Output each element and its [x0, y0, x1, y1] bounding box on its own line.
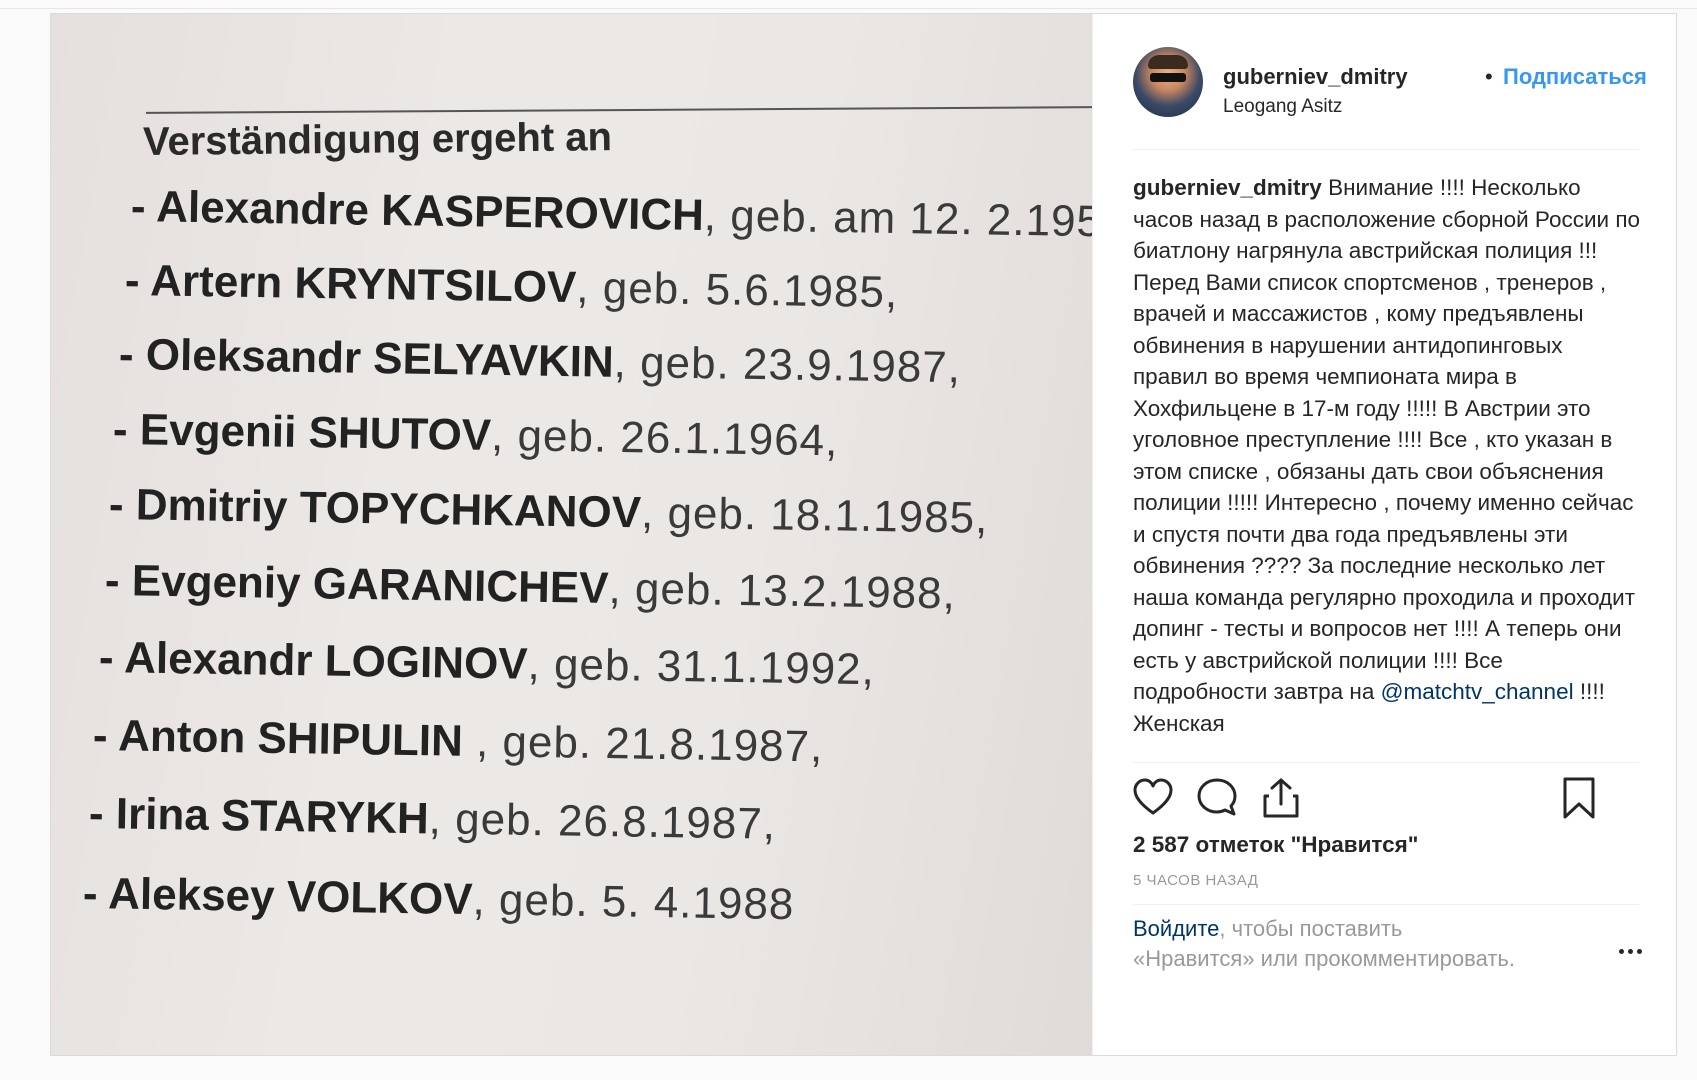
entry-name: - Alexandre KASPEROVICH: [130, 182, 705, 240]
entry-name: - Aleksey VOLKOV: [82, 869, 473, 925]
caption-divider: [1133, 762, 1639, 763]
login-prompt-line1: Войдите, чтобы поставить: [1133, 916, 1402, 942]
avatar[interactable]: [1133, 47, 1203, 117]
entry-name: - Anton SHIPULIN: [92, 711, 464, 766]
document-entry: - Anton SHIPULIN , geb. 21.8.1987,: [93, 711, 824, 772]
entry-name: - Evgenii SHUTOV: [112, 405, 492, 460]
entry-birth: , geb. 18.1.1985,: [640, 488, 989, 543]
instagram-post: Verständigung ergeht an - Alexandre KASP…: [50, 13, 1677, 1056]
entry-birth: , geb. 23.9.1987,: [613, 337, 962, 393]
entry-birth: , geb. 26.8.1987,: [428, 794, 777, 849]
more-dot-icon: [1628, 949, 1633, 954]
save-button[interactable]: [1557, 776, 1601, 820]
login-prompt-line2: «Нравится» или прокомментировать.: [1133, 946, 1515, 971]
top-divider: [0, 8, 1697, 9]
entry-name: - Irina STARYKH: [88, 789, 430, 844]
post-photo[interactable]: Verständigung ergeht an - Alexandre KASP…: [51, 14, 1092, 1055]
login-link[interactable]: Войдите: [1133, 916, 1219, 941]
more-dot-icon: [1619, 949, 1624, 954]
entry-name: - Alexandr LOGINOV: [98, 633, 528, 689]
entry-name: - Artern KRYNTSILOV: [124, 256, 577, 313]
entry-birth: , geb. 5.6.1985,: [576, 263, 899, 318]
caption-username[interactable]: guberniev_dmitry: [1133, 175, 1322, 200]
entry-name: - Dmitriy TOPYCHKANOV: [108, 480, 642, 538]
avatar-hair: [1148, 55, 1188, 69]
header-separator: •: [1485, 64, 1493, 89]
follow-button[interactable]: Подписаться: [1503, 64, 1647, 90]
avatar-glasses: [1150, 73, 1186, 82]
heart-icon: [1133, 778, 1173, 815]
document-entry: - Irina STARYKH, geb. 26.8.1987,: [89, 789, 777, 850]
header-divider: [1133, 149, 1639, 150]
entry-birth: , geb. 31.1.1992,: [527, 639, 876, 695]
document-entry: - Aleksey VOLKOV, geb. 5. 4.1988: [83, 869, 795, 930]
document-entry: - Evgeniy GARANICHEV, geb. 13.2.1988,: [105, 556, 957, 619]
entry-birth: , geb. 5. 4.1988: [472, 875, 795, 930]
post-timestamp[interactable]: 5 ЧАСОВ НАЗАД: [1133, 872, 1258, 889]
login-prompt-text: , чтобы поставить: [1219, 916, 1403, 941]
entry-name: - Evgeniy GARANICHEV: [104, 556, 609, 613]
caption-text: Внимание !!!! Несколько часов назад в ра…: [1133, 175, 1641, 704]
document-rule: [146, 106, 1092, 114]
entry-birth: , geb. 26.1.1964,: [490, 410, 839, 466]
entry-birth: , geb. 13.2.1988,: [608, 563, 957, 619]
entry-name: - Oleksandr SELYAVKIN: [118, 330, 615, 387]
entry-birth: , geb. am 12. 2.195: [703, 191, 1092, 247]
post-caption: guberniev_dmitry Внимание !!!! Несколько…: [1133, 172, 1643, 752]
document-entry: - Alexandr LOGINOV, geb. 31.1.1992,: [99, 633, 876, 695]
document-entry: - Oleksandr SELYAVKIN, geb. 23.9.1987,: [119, 330, 962, 393]
document-entry: - Dmitriy TOPYCHKANOV, geb. 18.1.1985,: [109, 480, 989, 544]
header-username[interactable]: guberniev_dmitry: [1223, 64, 1408, 90]
footer-divider: [1133, 904, 1639, 905]
likes-count[interactable]: 2 587 отметок "Нравится": [1133, 832, 1418, 858]
entry-birth: , geb. 21.8.1987,: [462, 716, 824, 772]
bookmark-icon: [1563, 777, 1595, 819]
speech-bubble-icon: [1197, 778, 1237, 816]
post-sidebar: guberniev_dmitry • Подписаться Leogang A…: [1092, 14, 1678, 1055]
document-entry: - Artern KRYNTSILOV, geb. 5.6.1985,: [125, 256, 899, 318]
document-entry: - Evgenii SHUTOV, geb. 26.1.1964,: [113, 405, 839, 466]
document-entry: - Alexandre KASPEROVICH, geb. am 12. 2.1…: [131, 182, 1092, 247]
share-icon: [1263, 778, 1299, 818]
location-link[interactable]: Leogang Asitz: [1223, 96, 1342, 118]
more-options-button[interactable]: [1619, 944, 1649, 960]
like-button[interactable]: [1131, 776, 1175, 820]
share-button[interactable]: [1259, 776, 1303, 820]
document-heading: Verständigung ergeht an: [142, 115, 613, 164]
more-dot-icon: [1637, 949, 1642, 954]
comment-button[interactable]: [1195, 776, 1239, 820]
caption-mention[interactable]: @matchtv_channel: [1381, 679, 1574, 704]
